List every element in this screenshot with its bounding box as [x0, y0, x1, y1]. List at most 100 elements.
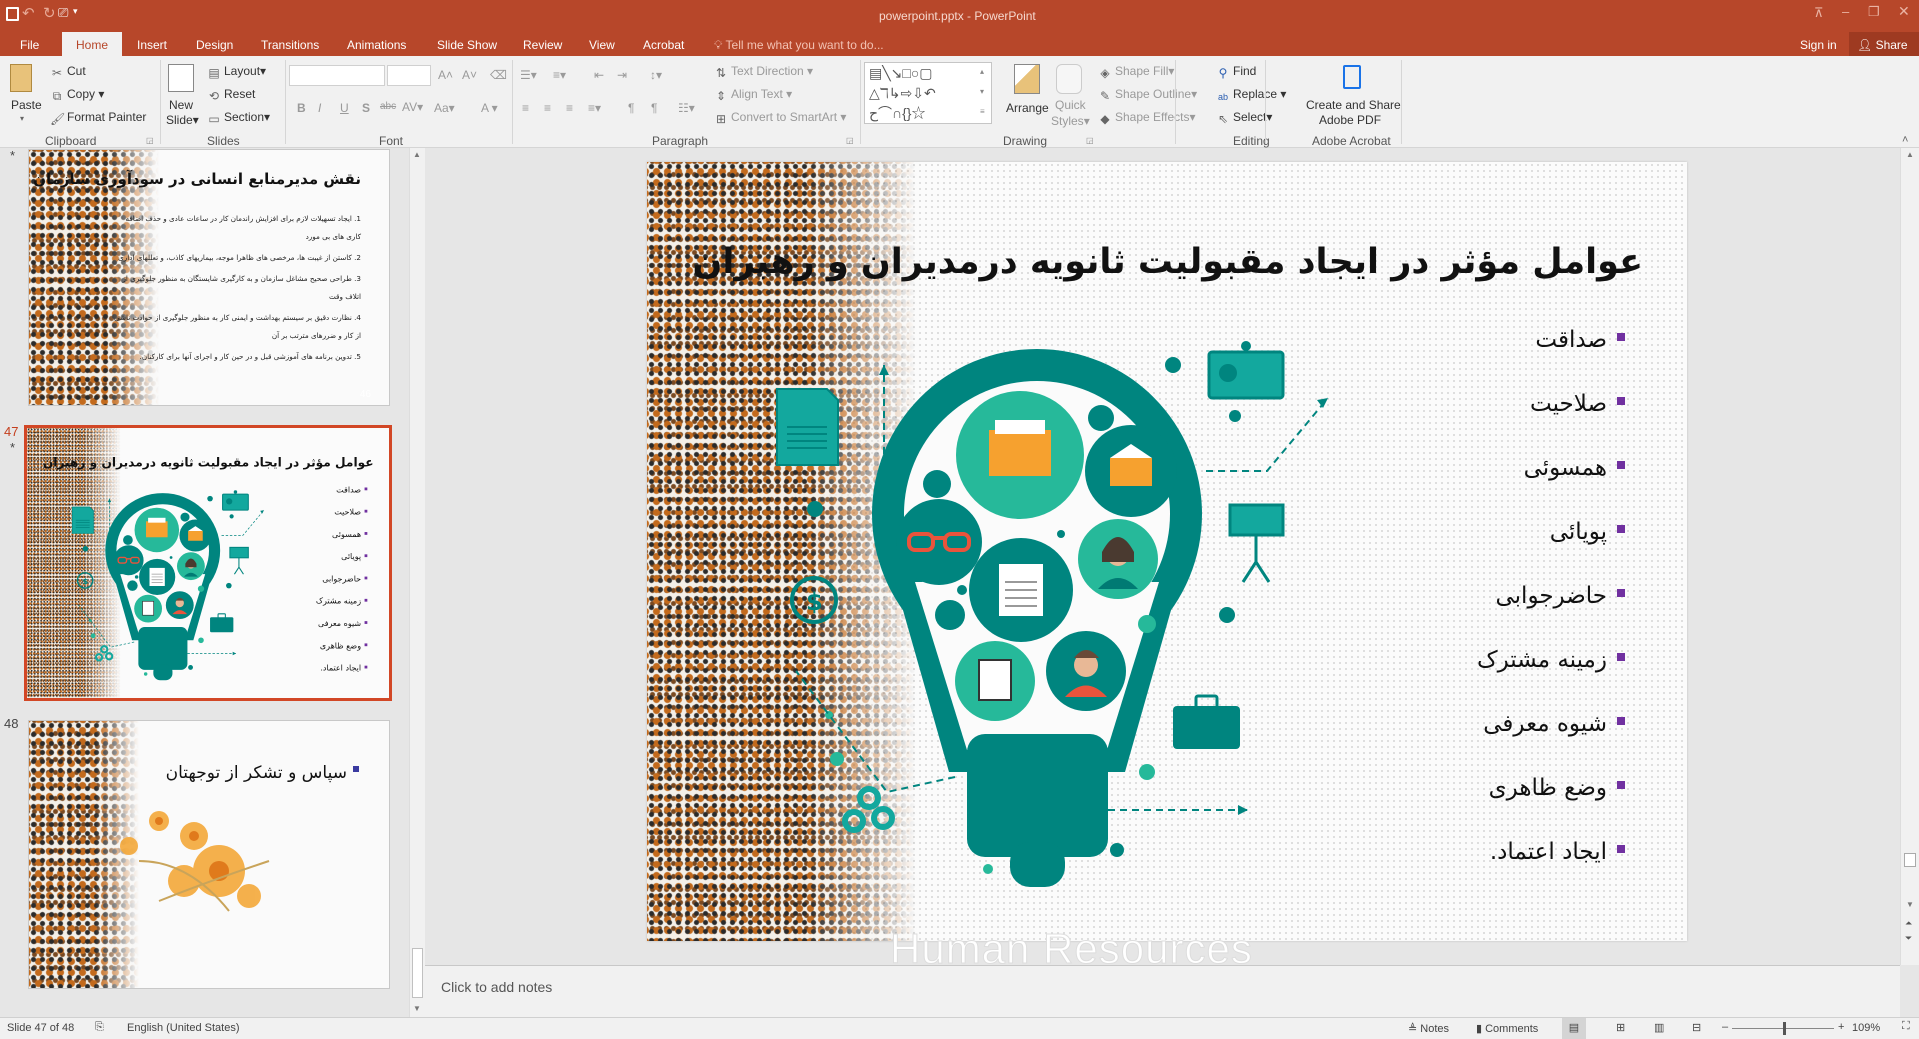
- tab-transitions[interactable]: Transitions: [261, 36, 319, 54]
- pdf-share-icon[interactable]: [1343, 65, 1361, 89]
- layout-button[interactable]: ▤ Layout▾: [207, 64, 266, 80]
- character-spacing-button[interactable]: AV▾: [402, 100, 423, 114]
- collapse-ribbon-icon[interactable]: ˄: [1902, 134, 1908, 146]
- tab-home[interactable]: Home: [62, 32, 122, 56]
- ltr-button[interactable]: ¶: [628, 101, 634, 115]
- scrollbar-thumb[interactable]: [412, 948, 423, 998]
- reading-view-button[interactable]: ▥: [1654, 1021, 1664, 1034]
- text-direction-button[interactable]: ⇅ Text Direction ▾: [714, 64, 813, 80]
- reset-button[interactable]: ⟲ Reset: [207, 87, 255, 103]
- shape-effects-button[interactable]: ◆ Shape Effects▾: [1098, 110, 1195, 126]
- align-text-button[interactable]: ⇕ Align Text ▾: [714, 87, 792, 103]
- font-name-input[interactable]: [289, 65, 385, 86]
- convert-smartart-button[interactable]: ⊞ Convert to SmartArt ▾: [714, 110, 846, 126]
- copy-button[interactable]: ⧉ Copy ▾: [50, 87, 105, 103]
- start-from-beginning-icon[interactable]: ⎚: [58, 5, 68, 21]
- notes-placeholder[interactable]: Click to add notes: [441, 979, 552, 995]
- underline-button[interactable]: U: [340, 101, 349, 115]
- slide-scrollbar[interactable]: ▲ ▼ ⏶ ⏷: [1900, 148, 1919, 965]
- shape-fill-button[interactable]: ◈ Shape Fill▾: [1098, 64, 1174, 80]
- zoom-level[interactable]: 109%: [1852, 1022, 1880, 1034]
- normal-view-button[interactable]: ▤: [1562, 1018, 1586, 1039]
- center-button[interactable]: ≡: [544, 101, 551, 115]
- paste-dropdown-icon[interactable]: ▾: [20, 114, 24, 123]
- comments-button[interactable]: ▮ Comments: [1476, 1022, 1538, 1035]
- decrease-font-size-icon[interactable]: A˅: [462, 68, 477, 82]
- fit-to-window-button[interactable]: ⛶: [1902, 1020, 1910, 1033]
- new-slide-button[interactable]: New: [169, 98, 193, 112]
- slide-thumbnail-48[interactable]: سپاس و تشکر از توجهتان: [28, 720, 390, 989]
- justify-button[interactable]: ≡▾: [588, 101, 601, 115]
- clear-formatting-icon[interactable]: ⌫: [490, 68, 507, 82]
- slide-title[interactable]: عوامل مؤثر در ایجاد مقبولیت ثانویه درمدی…: [692, 242, 1643, 282]
- save-icon[interactable]: [6, 7, 19, 21]
- italic-button[interactable]: I: [318, 101, 321, 115]
- increase-indent-button[interactable]: ⇥: [617, 68, 627, 82]
- gallery-scroll[interactable]: ▴ ▾ ≡: [980, 62, 985, 122]
- tab-slide-show[interactable]: Slide Show: [437, 36, 497, 54]
- shapes-gallery[interactable]: ▤╲↘□○▢ △ℸ↳⇨⇩↶ ﺡ⌒∩{}☆: [864, 62, 992, 124]
- align-right-button[interactable]: ≡: [566, 101, 573, 115]
- shadow-button[interactable]: S: [362, 101, 370, 115]
- minimize-icon[interactable]: –: [1842, 4, 1849, 19]
- zoom-in-button[interactable]: +: [1838, 1021, 1844, 1033]
- bullet-list[interactable]: صداقت صلاحیت همسوئی پویائی حاضرجوابی زمی…: [316, 485, 368, 685]
- new-slide-icon[interactable]: [168, 64, 194, 92]
- cut-button[interactable]: ✂ Cut: [50, 64, 86, 80]
- format-painter-button[interactable]: 🖌︎ Format Painter: [50, 110, 146, 126]
- tab-file[interactable]: File: [20, 36, 39, 54]
- line-spacing-button[interactable]: ↕▾: [650, 68, 662, 82]
- bullet-list[interactable]: صداقت صلاحیت همسوئی پویائی حاضرجوابی زمی…: [1477, 327, 1625, 903]
- create-share-pdf-line2[interactable]: Adobe PDF: [1319, 113, 1381, 127]
- dialog-launcher-icon[interactable]: ◲: [846, 136, 854, 145]
- zoom-out-button[interactable]: –: [1722, 1021, 1728, 1033]
- customize-icon[interactable]: ▾: [73, 6, 78, 17]
- numbering-button[interactable]: ≡▾: [553, 68, 566, 82]
- quick-styles-button[interactable]: Quick: [1055, 98, 1086, 112]
- tab-review[interactable]: Review: [523, 36, 562, 54]
- next-slide-icon[interactable]: ⏷: [1905, 933, 1912, 944]
- tab-view[interactable]: View: [589, 36, 615, 54]
- slide-title[interactable]: عوامل مؤثر در ایجاد مقبولیت ثانویه درمدی…: [43, 456, 374, 470]
- language-indicator[interactable]: English (United States): [127, 1022, 240, 1034]
- tab-acrobat[interactable]: Acrobat: [643, 36, 684, 54]
- scroll-up-icon[interactable]: ▲: [413, 150, 421, 159]
- find-button[interactable]: ⚲ Find: [1216, 64, 1257, 80]
- decrease-indent-button[interactable]: ⇤: [594, 68, 604, 82]
- new-slide-button-line2[interactable]: Slide▾: [166, 113, 199, 127]
- undo-icon[interactable]: ↶: [22, 4, 35, 22]
- scroll-up-icon[interactable]: ▲: [1906, 150, 1914, 159]
- quick-styles-icon[interactable]: [1056, 64, 1082, 94]
- thumbnail-scrollbar[interactable]: ▲ ▼: [409, 148, 425, 1017]
- slide-sorter-button[interactable]: ⊞: [1616, 1021, 1625, 1034]
- font-color-button[interactable]: A ▾: [481, 101, 498, 115]
- scroll-down-icon[interactable]: ▼: [413, 1004, 421, 1013]
- quick-styles-button-line2[interactable]: Styles▾: [1051, 114, 1090, 128]
- slide-show-button[interactable]: ⊟: [1692, 1021, 1701, 1034]
- tell-me-search[interactable]: 💡︎ Tell me what you want to do...: [714, 36, 884, 54]
- arrange-icon[interactable]: [1014, 64, 1040, 94]
- bullets-button[interactable]: ☰▾: [520, 68, 537, 82]
- slide-thumbnail-47[interactable]: $ عوامل مؤثر در ایجاد مقبولیت ثانویه درم…: [24, 425, 392, 701]
- change-case-button[interactable]: Aa▾: [434, 101, 455, 115]
- notes-pane[interactable]: Click to add notes: [425, 965, 1900, 1017]
- close-icon[interactable]: ✕: [1898, 3, 1910, 20]
- columns-button[interactable]: ☷▾: [678, 101, 695, 115]
- share-button[interactable]: 👤︎ Share: [1849, 32, 1919, 56]
- section-button[interactable]: ▭ Section▾: [207, 110, 270, 126]
- select-button[interactable]: ⇖ Select▾: [1216, 110, 1272, 126]
- previous-slide-icon[interactable]: ⏶: [1905, 918, 1912, 929]
- paste-button[interactable]: Paste: [11, 98, 42, 112]
- tab-design[interactable]: Design: [196, 36, 233, 54]
- dialog-launcher-icon[interactable]: ◲: [1086, 136, 1094, 145]
- tab-animations[interactable]: Animations: [347, 36, 406, 54]
- redo-icon[interactable]: ↻: [43, 4, 56, 22]
- slide-thumbnail-46[interactable]: نقش مدیرمنابع انسانی در سودآوری سازمان 1…: [28, 149, 390, 406]
- scrollbar-thumb[interactable]: [1904, 853, 1916, 867]
- ribbon-display-options-icon[interactable]: ⊼: [1814, 5, 1824, 21]
- scroll-down-icon[interactable]: ▼: [1906, 900, 1914, 909]
- shape-outline-button[interactable]: ✎ Shape Outline▾: [1098, 87, 1197, 103]
- font-size-input[interactable]: [387, 65, 431, 86]
- arrange-button[interactable]: Arrange: [1006, 101, 1049, 115]
- rtl-button[interactable]: ¶: [651, 101, 657, 115]
